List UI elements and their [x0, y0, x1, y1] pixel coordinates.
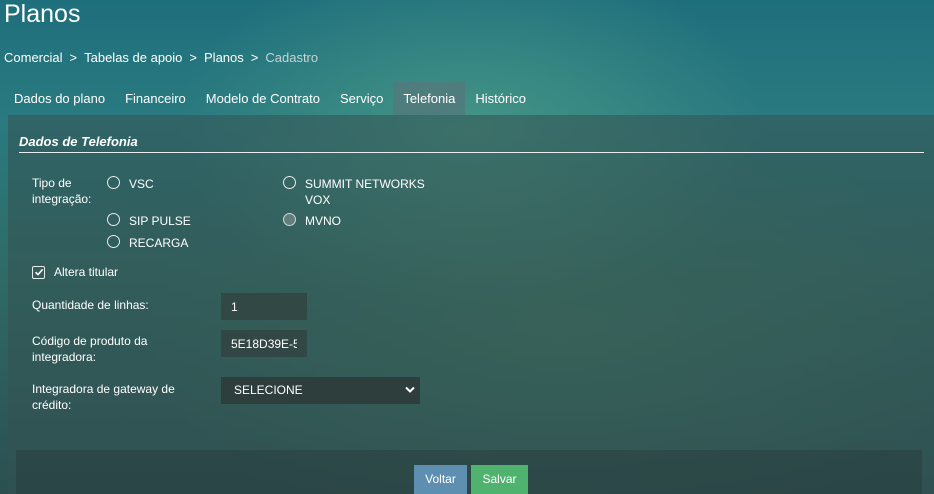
- quantidade-linhas-input[interactable]: [221, 293, 307, 320]
- chevron-down-icon: [405, 386, 415, 393]
- tab-modelo-de-contrato[interactable]: Modelo de Contrato: [196, 82, 330, 115]
- checkmark-icon: [34, 268, 43, 276]
- radio-recarga[interactable]: RECARGA: [107, 235, 188, 251]
- codigo-produto-input[interactable]: [221, 330, 307, 357]
- telefonia-panel: Dados de Telefonia Tipo de integração: V…: [8, 115, 934, 494]
- breadcrumb: Comercial > Tabelas de apoio > Planos > Cadast…: [4, 50, 318, 66]
- radio-summit-label-line2: VOX: [305, 193, 331, 207]
- radio-sip-pulse[interactable]: SIP PULSE: [107, 213, 191, 229]
- breadcrumb-current: Cadastro: [265, 50, 319, 65]
- gateway-label: Integradora de gateway de crédito:: [32, 381, 175, 413]
- breadcrumb-item-planos[interactable]: Planos: [204, 50, 244, 65]
- radio-mvno[interactable]: MVNO: [283, 213, 341, 229]
- breadcrumb-separator: >: [189, 50, 198, 65]
- gateway-select[interactable]: SELECIONE: [221, 377, 420, 404]
- gateway-label-line1: Integradora de gateway de: [32, 382, 175, 396]
- codigo-produto-label-line2: integradora:: [32, 350, 97, 364]
- tab-historico[interactable]: Histórico: [465, 82, 536, 115]
- radio-summit-label-line1: SUMMIT NETWORKS: [305, 177, 425, 191]
- radio-summit-networks-vox-label: SUMMIT NETWORKS VOX: [305, 176, 425, 208]
- tab-dados-do-plano[interactable]: Dados do plano: [4, 82, 115, 115]
- tab-servico[interactable]: Serviço: [330, 82, 393, 115]
- radio-recarga-label: RECARGA: [129, 236, 189, 250]
- save-button[interactable]: Salvar: [471, 465, 528, 494]
- checkbox-box[interactable]: [32, 265, 45, 279]
- radio-circle[interactable]: [107, 235, 120, 248]
- integration-type-label-line1: Tipo de: [32, 176, 72, 190]
- breadcrumb-separator: >: [69, 50, 78, 65]
- breadcrumb-separator: >: [250, 50, 259, 65]
- tab-financeiro[interactable]: Financeiro: [115, 82, 196, 115]
- radio-circle[interactable]: [283, 176, 296, 189]
- integration-type-label: Tipo de integração:: [32, 175, 91, 207]
- altera-titular-checkbox[interactable]: Altera titular: [32, 265, 118, 279]
- radio-circle[interactable]: [107, 176, 120, 189]
- form-footer: [16, 450, 922, 494]
- integration-type-label-line2: integração:: [32, 192, 92, 206]
- radio-vsc[interactable]: VSC: [107, 176, 154, 192]
- gateway-label-line2: crédito:: [32, 398, 72, 412]
- radio-sip-pulse-label: SIP PULSE: [129, 214, 191, 228]
- radio-summit-networks-vox[interactable]: SUMMIT NETWORKS VOX: [283, 176, 425, 208]
- radio-mvno-label: MVNO: [305, 214, 341, 228]
- breadcrumb-item-comercial[interactable]: Comercial: [4, 50, 63, 65]
- altera-titular-label: Altera titular: [54, 265, 119, 279]
- section-title: Dados de Telefonia: [19, 134, 138, 149]
- radio-circle[interactable]: [283, 213, 296, 226]
- codigo-produto-label-line1: Código de produto da: [32, 334, 148, 348]
- back-button[interactable]: Voltar: [414, 465, 467, 494]
- radio-circle[interactable]: [107, 213, 120, 226]
- gateway-select-value: SELECIONE: [234, 383, 303, 397]
- quantidade-linhas-label: Quantidade de linhas:: [32, 298, 149, 312]
- tab-bar: Dados do plano Financeiro Modelo de Cont…: [4, 82, 536, 115]
- tab-telefonia[interactable]: Telefonia: [393, 82, 466, 115]
- page-title: Planos: [4, 0, 81, 28]
- radio-vsc-label: VSC: [129, 177, 154, 191]
- section-divider: [19, 152, 924, 153]
- codigo-produto-label: Código de produto da integradora:: [32, 333, 147, 365]
- breadcrumb-item-tabelas-de-apoio[interactable]: Tabelas de apoio: [84, 50, 182, 65]
